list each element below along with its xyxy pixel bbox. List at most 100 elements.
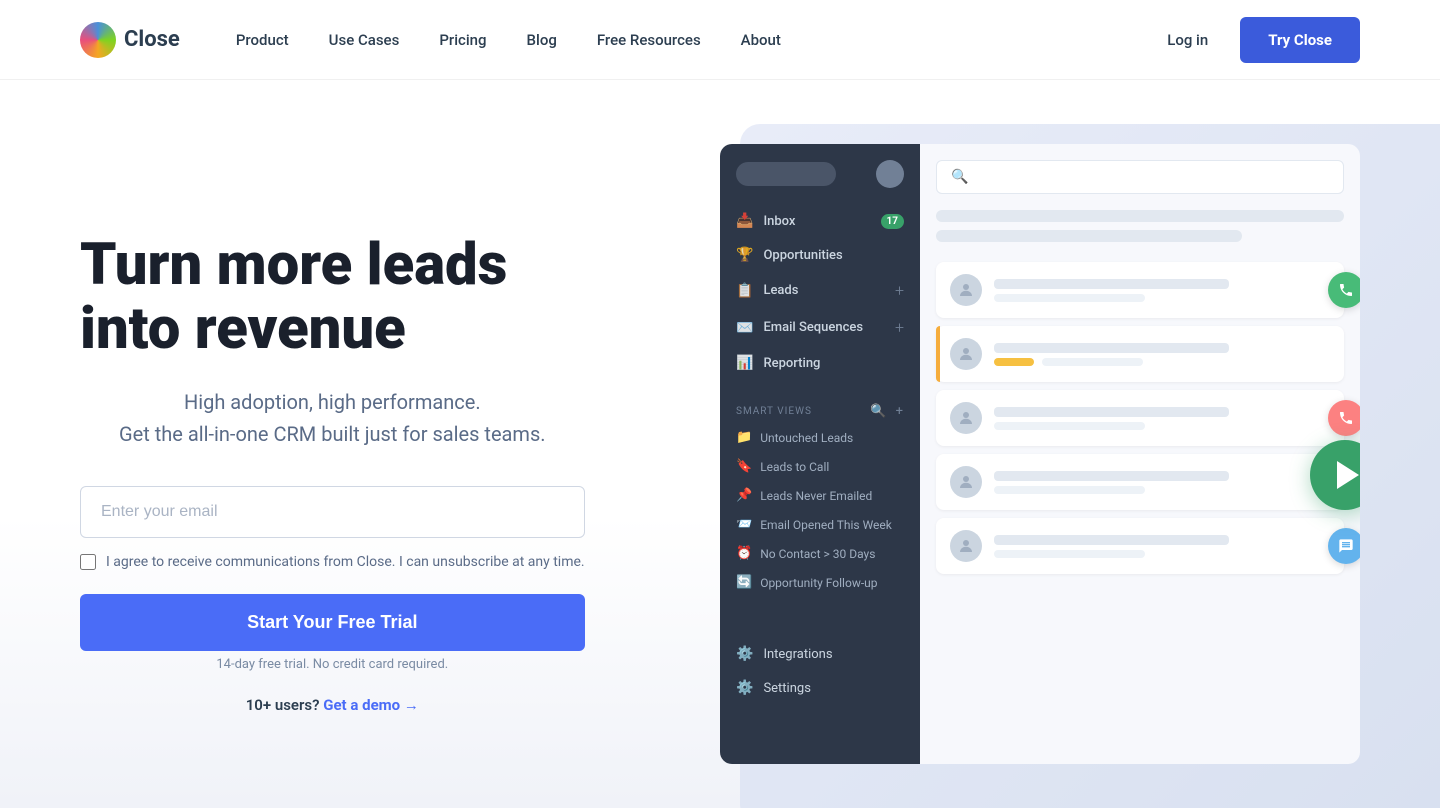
navbar: Close Product Use Cases Pricing Blog Fre… (0, 0, 1440, 80)
sidebar-pill (736, 162, 836, 186)
inbox-badge: 17 (881, 214, 904, 229)
app-mockup: 📥 Inbox 17 🏆 Opportunities (720, 144, 1360, 764)
email-opened-label: Email Opened This Week (760, 518, 892, 532)
integrations-icon: ⚙️ (736, 646, 753, 662)
lead-card-2[interactable] (936, 326, 1344, 382)
lead-card-3[interactable] (936, 390, 1344, 446)
sidebar-item-leads[interactable]: 📋 Leads + (720, 272, 920, 309)
sidebar-item-email-sequences[interactable]: ✉️ Email Sequences + (720, 309, 920, 346)
skeleton-line-1 (936, 210, 1344, 222)
smart-view-no-contact[interactable]: ⏰ No Contact > 30 Days (720, 539, 920, 568)
nav-pricing[interactable]: Pricing (423, 23, 502, 57)
smart-view-leads-never-emailed[interactable]: 📌 Leads Never Emailed (720, 481, 920, 510)
sidebar-item-opportunities[interactable]: 🏆 Opportunities (720, 238, 920, 272)
leads-to-call-label: Leads to Call (760, 460, 829, 474)
demo-link[interactable]: Get a demo → (323, 696, 419, 714)
email-input[interactable] (80, 486, 585, 538)
inbox-icon: 📥 (736, 213, 753, 229)
untouched-leads-icon: 📁 (736, 430, 752, 445)
smart-views-search-icon[interactable]: 🔍 (870, 404, 887, 419)
lead-accent-2 (936, 326, 940, 382)
agree-checkbox[interactable] (80, 554, 96, 570)
smart-views-add-icon[interactable]: + (896, 404, 904, 419)
nav-links: Product Use Cases Pricing Blog Free Reso… (220, 23, 797, 57)
lead-avatar-5 (950, 530, 982, 562)
lead-avatar-3 (950, 402, 982, 434)
nav-product[interactable]: Product (220, 23, 305, 57)
smart-views-section: SMART VIEWS 🔍 + (720, 396, 920, 423)
hero-section: Turn more leads into revenue High adopti… (0, 80, 1440, 808)
logo[interactable]: Close (80, 22, 180, 58)
leads-never-emailed-label: Leads Never Emailed (760, 489, 872, 503)
lead-card-4[interactable] (936, 454, 1344, 510)
lead-card-5[interactable] (936, 518, 1344, 574)
skeleton-line-2 (936, 230, 1242, 242)
sidebar-opportunities-label: Opportunities (763, 248, 842, 263)
lead-info-3 (994, 407, 1330, 430)
smart-view-leads-to-call[interactable]: 🔖 Leads to Call (720, 452, 920, 481)
email-opened-icon: 📨 (736, 517, 752, 532)
opportunity-follow-up-icon: 🔄 (736, 575, 752, 590)
chat-fab-5[interactable] (1328, 528, 1360, 564)
nav-blog[interactable]: Blog (511, 23, 573, 57)
nav-use-cases[interactable]: Use Cases (313, 23, 416, 57)
nav-about[interactable]: About (725, 23, 797, 57)
nav-free-resources[interactable]: Free Resources (581, 23, 717, 57)
navbar-left: Close Product Use Cases Pricing Blog Fre… (80, 22, 797, 58)
main-panel: 🔍 (920, 144, 1360, 764)
lead-info-1 (994, 279, 1330, 302)
sidebar-item-inbox[interactable]: 📥 Inbox 17 (720, 204, 920, 238)
hero-title: Turn more leads into revenue (80, 234, 585, 362)
lead-card-1[interactable] (936, 262, 1344, 318)
lead-info-2 (994, 343, 1330, 366)
app-sidebar: 📥 Inbox 17 🏆 Opportunities (720, 144, 920, 764)
play-button[interactable] (1310, 440, 1360, 510)
smart-view-opportunity-follow-up[interactable]: 🔄 Opportunity Follow-up (720, 568, 920, 597)
navbar-right: Log in Try Close (1151, 17, 1360, 63)
sidebar-item-reporting[interactable]: 📊 Reporting (720, 346, 920, 380)
logo-icon (80, 22, 116, 58)
sidebar-top (720, 160, 920, 204)
leads-icon: 📋 (736, 283, 753, 299)
lead-info-4 (994, 471, 1330, 494)
email-input-wrap (80, 486, 585, 538)
leads-to-call-icon: 🔖 (736, 459, 752, 474)
search-bar[interactable]: 🔍 (936, 160, 1344, 194)
cta-subtitle: 14-day free trial. No credit card requir… (80, 657, 585, 672)
settings-icon: ⚙️ (736, 680, 753, 696)
lead-info-5 (994, 535, 1330, 558)
smart-view-email-opened[interactable]: 📨 Email Opened This Week (720, 510, 920, 539)
opportunity-follow-up-label: Opportunity Follow-up (760, 576, 877, 590)
search-icon: 🔍 (951, 169, 968, 185)
login-link[interactable]: Log in (1151, 23, 1224, 57)
call-fab-1[interactable] (1328, 272, 1360, 308)
sidebar-item-integrations[interactable]: ⚙️ Integrations (720, 637, 920, 671)
try-close-button[interactable]: Try Close (1240, 17, 1360, 63)
sidebar-nav: 📥 Inbox 17 🏆 Opportunities (720, 204, 920, 396)
reporting-icon: 📊 (736, 355, 753, 371)
leads-plus-icon[interactable]: + (895, 281, 904, 300)
sidebar-email-sequences-label: Email Sequences (763, 320, 863, 335)
email-sequences-plus-icon[interactable]: + (895, 318, 904, 337)
hero-subtitle: High adoption, high performance. Get the… (80, 386, 585, 450)
checkbox-label[interactable]: I agree to receive communications from C… (106, 554, 585, 570)
sidebar-reporting-label: Reporting (763, 356, 820, 371)
smart-view-untouched-leads[interactable]: 📁 Untouched Leads (720, 423, 920, 452)
sidebar-avatar (876, 160, 904, 188)
hero-left: Turn more leads into revenue High adopti… (80, 234, 585, 714)
opportunities-icon: 🏆 (736, 247, 753, 263)
call-fab-3[interactable] (1328, 400, 1360, 436)
lead-avatar-1 (950, 274, 982, 306)
sidebar-item-settings[interactable]: ⚙️ Settings (720, 671, 920, 705)
email-sequences-icon: ✉️ (736, 320, 753, 336)
leads-never-emailed-icon: 📌 (736, 488, 752, 503)
start-trial-button[interactable]: Start Your Free Trial (80, 594, 585, 651)
play-button-wrap (1310, 440, 1360, 510)
untouched-leads-label: Untouched Leads (760, 431, 853, 445)
lead-avatar-2 (950, 338, 982, 370)
demo-row: 10+ users? Get a demo → (80, 696, 585, 714)
content-lines (936, 210, 1344, 242)
checkbox-row: I agree to receive communications from C… (80, 554, 585, 570)
sidebar-leads-label: Leads (763, 283, 798, 298)
no-contact-icon: ⏰ (736, 546, 752, 561)
